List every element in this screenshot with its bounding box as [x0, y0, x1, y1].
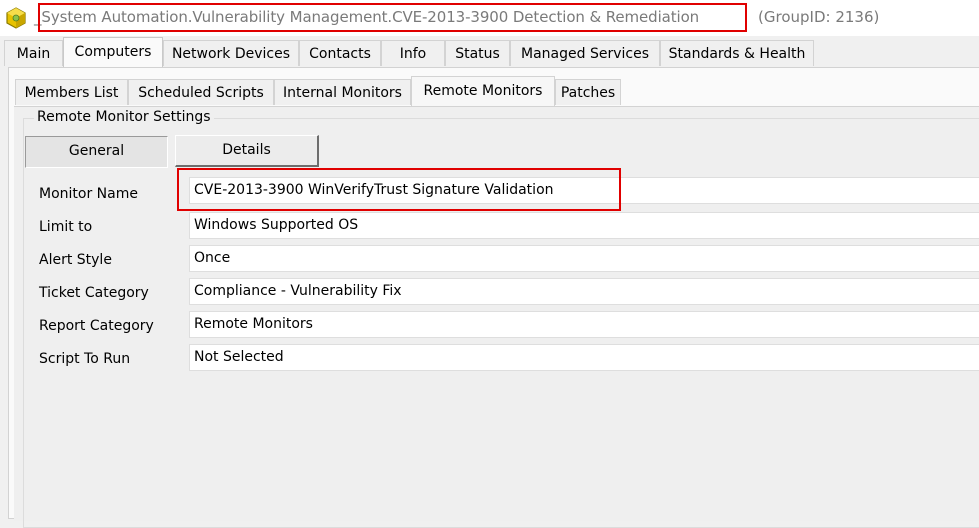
tab-patches[interactable]: Patches: [555, 79, 621, 105]
tab-scheduled-scripts[interactable]: Scheduled Scripts: [128, 79, 274, 105]
alert-style-field[interactable]: Once: [189, 245, 979, 272]
tab-standards-health[interactable]: Standards & Health: [660, 40, 814, 66]
monitor-name-highlight-box: [177, 168, 621, 211]
tab-status[interactable]: Status: [445, 40, 510, 66]
details-button[interactable]: Details: [175, 135, 319, 167]
tab-main[interactable]: Main: [4, 40, 63, 66]
settings-group-title: Remote Monitor Settings: [34, 109, 214, 125]
tab-info[interactable]: Info: [381, 40, 445, 66]
monitor-name-label: Monitor Name: [39, 186, 138, 202]
alert-style-label: Alert Style: [39, 252, 112, 268]
limit-to-field[interactable]: Windows Supported OS: [189, 212, 979, 239]
limit-to-label: Limit to: [39, 219, 93, 235]
script-to-run-label: Script To Run: [39, 351, 131, 367]
tab-members-list[interactable]: Members List: [15, 79, 128, 105]
report-category-label: Report Category: [39, 318, 154, 334]
ticket-category-field[interactable]: Compliance - Vulnerability Fix: [189, 278, 979, 305]
group-folder-icon: [6, 7, 26, 29]
script-to-run-field[interactable]: Not Selected: [189, 344, 979, 371]
ticket-category-label: Ticket Category: [39, 285, 149, 301]
title-highlight-box: [38, 3, 747, 32]
group-id-label: (GroupID: 2136): [758, 8, 880, 26]
general-button[interactable]: General: [25, 136, 168, 168]
title-bar: _System Automation.Vulnerability Managem…: [0, 0, 979, 36]
tab-managed-services[interactable]: Managed Services: [510, 40, 660, 66]
tab-network-devices[interactable]: Network Devices: [163, 40, 299, 66]
tab-computers[interactable]: Computers: [63, 37, 163, 67]
main-tab-bar: Main Computers Network Devices Contacts …: [0, 37, 979, 67]
report-category-field[interactable]: Remote Monitors: [189, 311, 979, 338]
tab-remote-monitors[interactable]: Remote Monitors: [411, 76, 555, 106]
tab-contacts[interactable]: Contacts: [299, 40, 381, 66]
tab-internal-monitors[interactable]: Internal Monitors: [274, 79, 411, 105]
